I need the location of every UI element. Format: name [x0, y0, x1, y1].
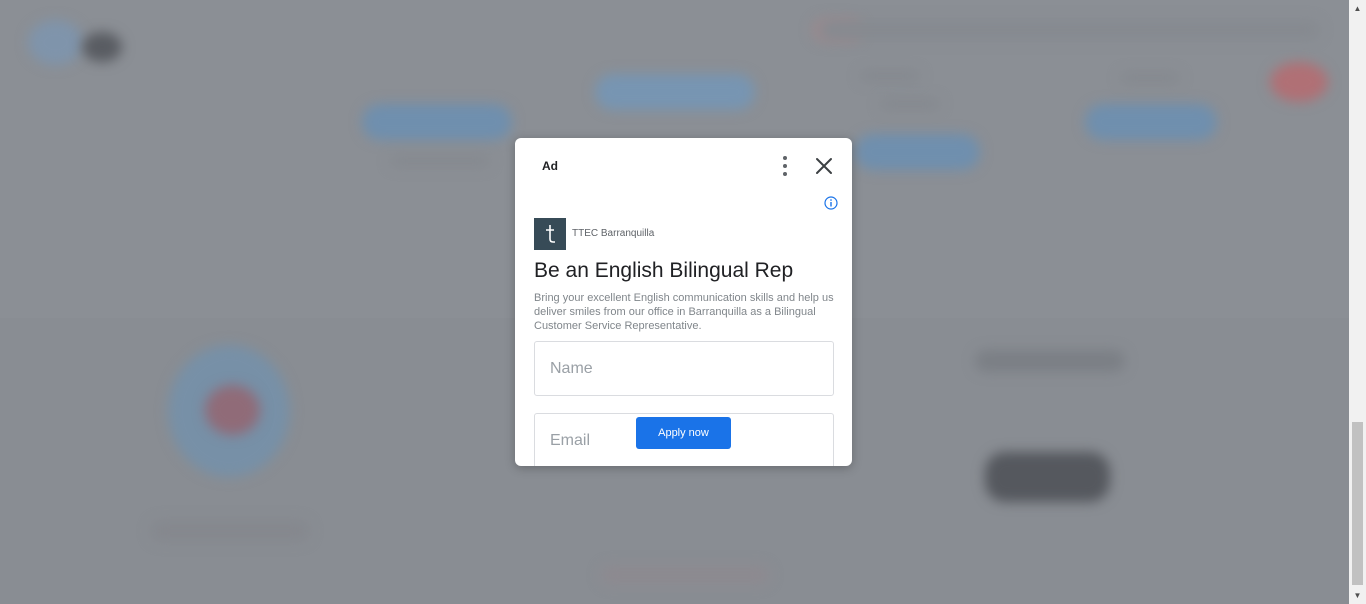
advertiser-logo[interactable] — [534, 218, 566, 250]
site-logo — [28, 20, 83, 65]
ad-body-text: Bring your excellent English communicati… — [534, 292, 834, 332]
footer-dark-button — [985, 452, 1110, 502]
background-button-2 — [595, 74, 755, 110]
name-field[interactable]: Name — [534, 341, 834, 396]
background-button-3 — [855, 134, 980, 170]
floating-action-button — [1270, 62, 1328, 102]
background-button-1 — [362, 104, 512, 140]
background-text — [880, 98, 940, 110]
scroll-up-arrow-icon[interactable]: ▲ — [1349, 0, 1366, 17]
background-button-4 — [1085, 104, 1217, 140]
ad-label: Ad — [542, 159, 558, 173]
name-placeholder: Name — [550, 360, 593, 377]
footer-caption — [150, 520, 310, 542]
kebab-menu-icon[interactable] — [779, 156, 791, 176]
email-placeholder: Email — [550, 432, 591, 449]
scrollbar-thumb[interactable] — [1352, 422, 1363, 585]
background-text — [860, 70, 920, 82]
vertical-scrollbar[interactable]: ▲ ▼ — [1349, 0, 1366, 604]
advertiser-name[interactable]: TTEC Barranquilla — [572, 228, 654, 239]
footer-link — [600, 565, 770, 585]
ad-headline[interactable]: Be an English Bilingual Rep — [534, 259, 793, 283]
scroll-down-arrow-icon[interactable]: ▼ — [1349, 587, 1366, 604]
background-text — [1120, 72, 1180, 84]
info-icon[interactable] — [824, 196, 838, 210]
footer-emblem-center — [205, 385, 260, 435]
ad-dialog: Ad TTEC Barranquilla Be an English Bilin… — [515, 138, 852, 466]
close-icon[interactable] — [813, 155, 835, 177]
site-logo-mark — [82, 32, 122, 62]
apply-now-button[interactable]: Apply now — [636, 417, 731, 449]
top-navigation — [820, 20, 1320, 40]
background-text — [390, 155, 490, 167]
footer-heading — [975, 350, 1125, 372]
